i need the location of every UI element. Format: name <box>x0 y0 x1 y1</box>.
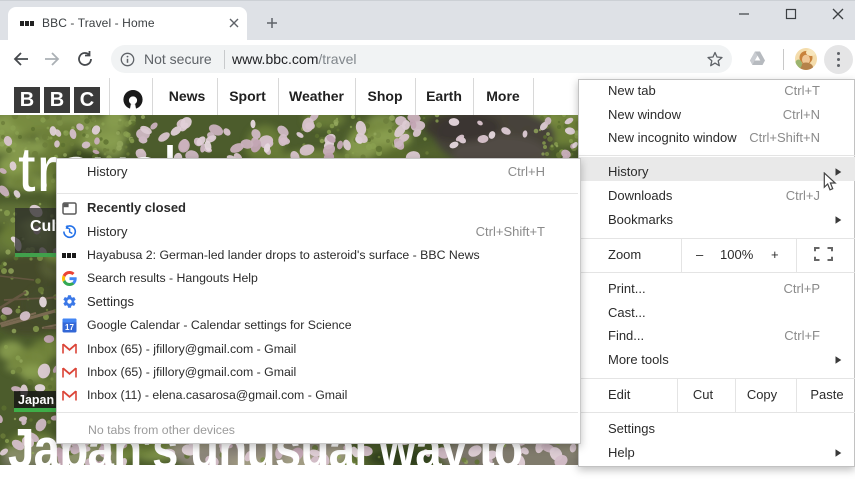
svg-text:17: 17 <box>65 322 74 331</box>
